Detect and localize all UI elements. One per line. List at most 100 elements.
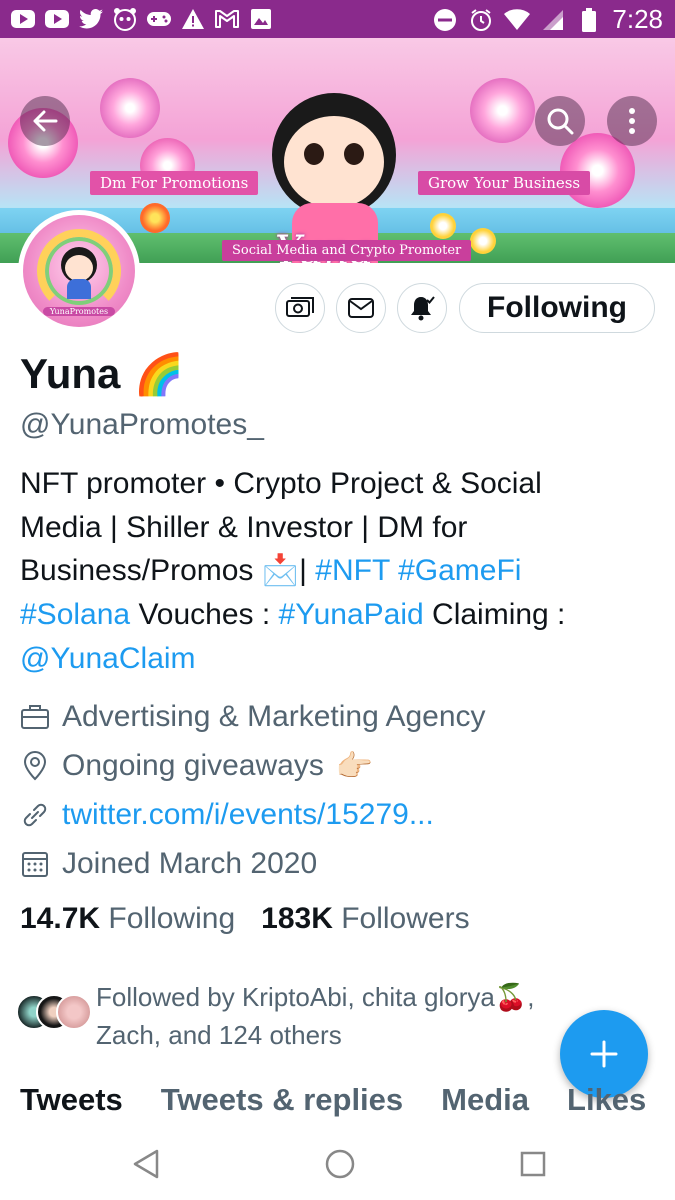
gamepad-icon (146, 6, 172, 32)
alarm-icon (468, 7, 494, 33)
rainbow-emoji: 🌈 (134, 352, 185, 397)
url-link[interactable]: twitter.com/i/events/15279... (62, 798, 434, 832)
link-icon (23, 803, 47, 827)
search-icon (547, 108, 574, 135)
mention-link[interactable]: @YunaClaim (20, 642, 196, 675)
signal-icon (540, 7, 566, 33)
hashtag-link[interactable]: #GameFi (398, 554, 521, 587)
avatar-image: YunaPromotes (23, 215, 135, 327)
tab-media[interactable]: Media (441, 1082, 529, 1118)
flower-decoration (470, 78, 535, 143)
flower-decoration (470, 228, 496, 254)
profile-joined: Joined March 2020 (20, 844, 317, 884)
tab-tweets[interactable]: Tweets (20, 1082, 123, 1118)
hashtag-link[interactable]: #YunaPaid (279, 598, 424, 631)
banner-ribbon-right: Grow Your Business (418, 171, 591, 195)
character-eye (344, 143, 364, 165)
plus-icon (590, 1040, 618, 1068)
bio-line: Business/Promos 📩| #NFT #GameFi (20, 549, 650, 593)
flower-decoration (100, 78, 160, 138)
avatar-character-face (65, 255, 93, 281)
follow-stats: 14.7K Following 183K Followers (20, 902, 470, 936)
location-pin-icon (23, 751, 47, 781)
followed-by-line: Followed by KriptoAbi, chita glorya🍒, (96, 982, 535, 1012)
more-vertical-icon (629, 108, 635, 134)
inbox-emoji: 📩 (261, 554, 300, 588)
joined-text: Joined March 2020 (62, 847, 318, 880)
more-options-button[interactable] (607, 96, 657, 146)
profile-name: Yuna (20, 350, 121, 397)
bio-text: Business/Promos (20, 554, 262, 588)
banner-tagline: Social Media and Crypto Promoter (222, 240, 472, 261)
youtube-icon (10, 6, 36, 32)
search-button[interactable] (535, 96, 585, 146)
briefcase-icon (21, 705, 49, 729)
envelope-icon (348, 298, 374, 318)
money-icon (286, 297, 314, 317)
followed-by[interactable]: Followed by KriptoAbi, chita glorya🍒, Za… (14, 978, 614, 1058)
bio-line: @YunaClaim (20, 637, 650, 681)
notifications-button[interactable] (397, 283, 447, 333)
nav-back-button[interactable] (126, 1144, 166, 1184)
system-indicators: 7:28 (432, 4, 663, 35)
avatar-label: YunaPromotes (43, 307, 115, 316)
flower-decoration (140, 203, 170, 233)
panda-icon (112, 6, 138, 32)
message-button[interactable] (336, 283, 386, 333)
nav-recents-button[interactable] (513, 1144, 553, 1184)
back-button[interactable] (20, 96, 70, 146)
clock: 7:28 (612, 4, 663, 34)
square-recents-icon (520, 1151, 546, 1177)
bio-text: Claiming : (423, 598, 566, 632)
avatar-character-body (67, 279, 91, 299)
bio-text: | (299, 554, 316, 588)
profile-url[interactable]: twitter.com/i/events/15279... (20, 795, 434, 835)
image-icon (248, 6, 274, 32)
tab-tweets-and-replies[interactable]: Tweets & replies (161, 1082, 403, 1118)
profile-handle: @YunaPromotes_ (20, 408, 264, 441)
category-text: Advertising & Marketing Agency (62, 700, 486, 733)
gmail-icon (214, 6, 240, 32)
status-bar: 7:28 (0, 0, 675, 38)
system-nav-bar (0, 1128, 675, 1200)
bio-line: Media | Shiller & Investor | DM for (20, 510, 468, 544)
triangle-back-icon (133, 1149, 159, 1179)
followed-by-line: Zach, and 124 others (96, 1020, 342, 1050)
profile-name-row: Yuna 🌈 (20, 350, 184, 398)
notification-icons (10, 6, 274, 32)
followed-by-text: Followed by KriptoAbi, chita glorya🍒, Za… (96, 978, 616, 1054)
dnd-icon (432, 7, 458, 33)
character-face (284, 116, 384, 208)
tab-likes[interactable]: Likes (567, 1082, 646, 1118)
following-count-link[interactable]: 14.7K Following (20, 902, 235, 936)
followers-label: Followers (341, 902, 470, 935)
hashtag-link[interactable]: #Solana (20, 598, 130, 631)
avatar[interactable]: YunaPromotes (18, 210, 140, 332)
pointing-hand-emoji: 👉🏻 (335, 749, 374, 783)
character-eye (304, 143, 324, 165)
bell-check-icon (411, 296, 435, 321)
following-label: Following (108, 902, 236, 935)
tip-button[interactable] (275, 283, 325, 333)
profile-category: Advertising & Marketing Agency (20, 697, 486, 737)
arrow-left-icon (33, 110, 58, 132)
following-count: 14.7K (20, 902, 101, 935)
calendar-icon (22, 852, 48, 877)
following-button[interactable]: Following (459, 283, 655, 333)
followers-count-link[interactable]: 183K Followers (261, 902, 469, 936)
flower-decoration (430, 213, 456, 239)
followers-count: 183K (261, 902, 333, 935)
hashtag-link[interactable]: #NFT (315, 554, 389, 587)
bio-text: Vouches : (130, 598, 279, 632)
follower-avatar (56, 994, 92, 1030)
nav-home-button[interactable] (320, 1144, 360, 1184)
twitter-icon (78, 6, 104, 32)
battery-icon (576, 7, 602, 33)
profile-location: Ongoing giveaways 👉🏻 (20, 746, 373, 786)
profile-tabs: Tweets Tweets & replies Media Likes (20, 1082, 675, 1118)
location-text: Ongoing giveaways (62, 749, 324, 782)
circle-home-icon (325, 1149, 355, 1179)
profile-bio: NFT promoter • Crypto Project & Social M… (20, 462, 650, 681)
bio-line: #Solana Vouches : #YunaPaid Claiming : (20, 593, 650, 637)
wifi-icon (504, 7, 531, 33)
